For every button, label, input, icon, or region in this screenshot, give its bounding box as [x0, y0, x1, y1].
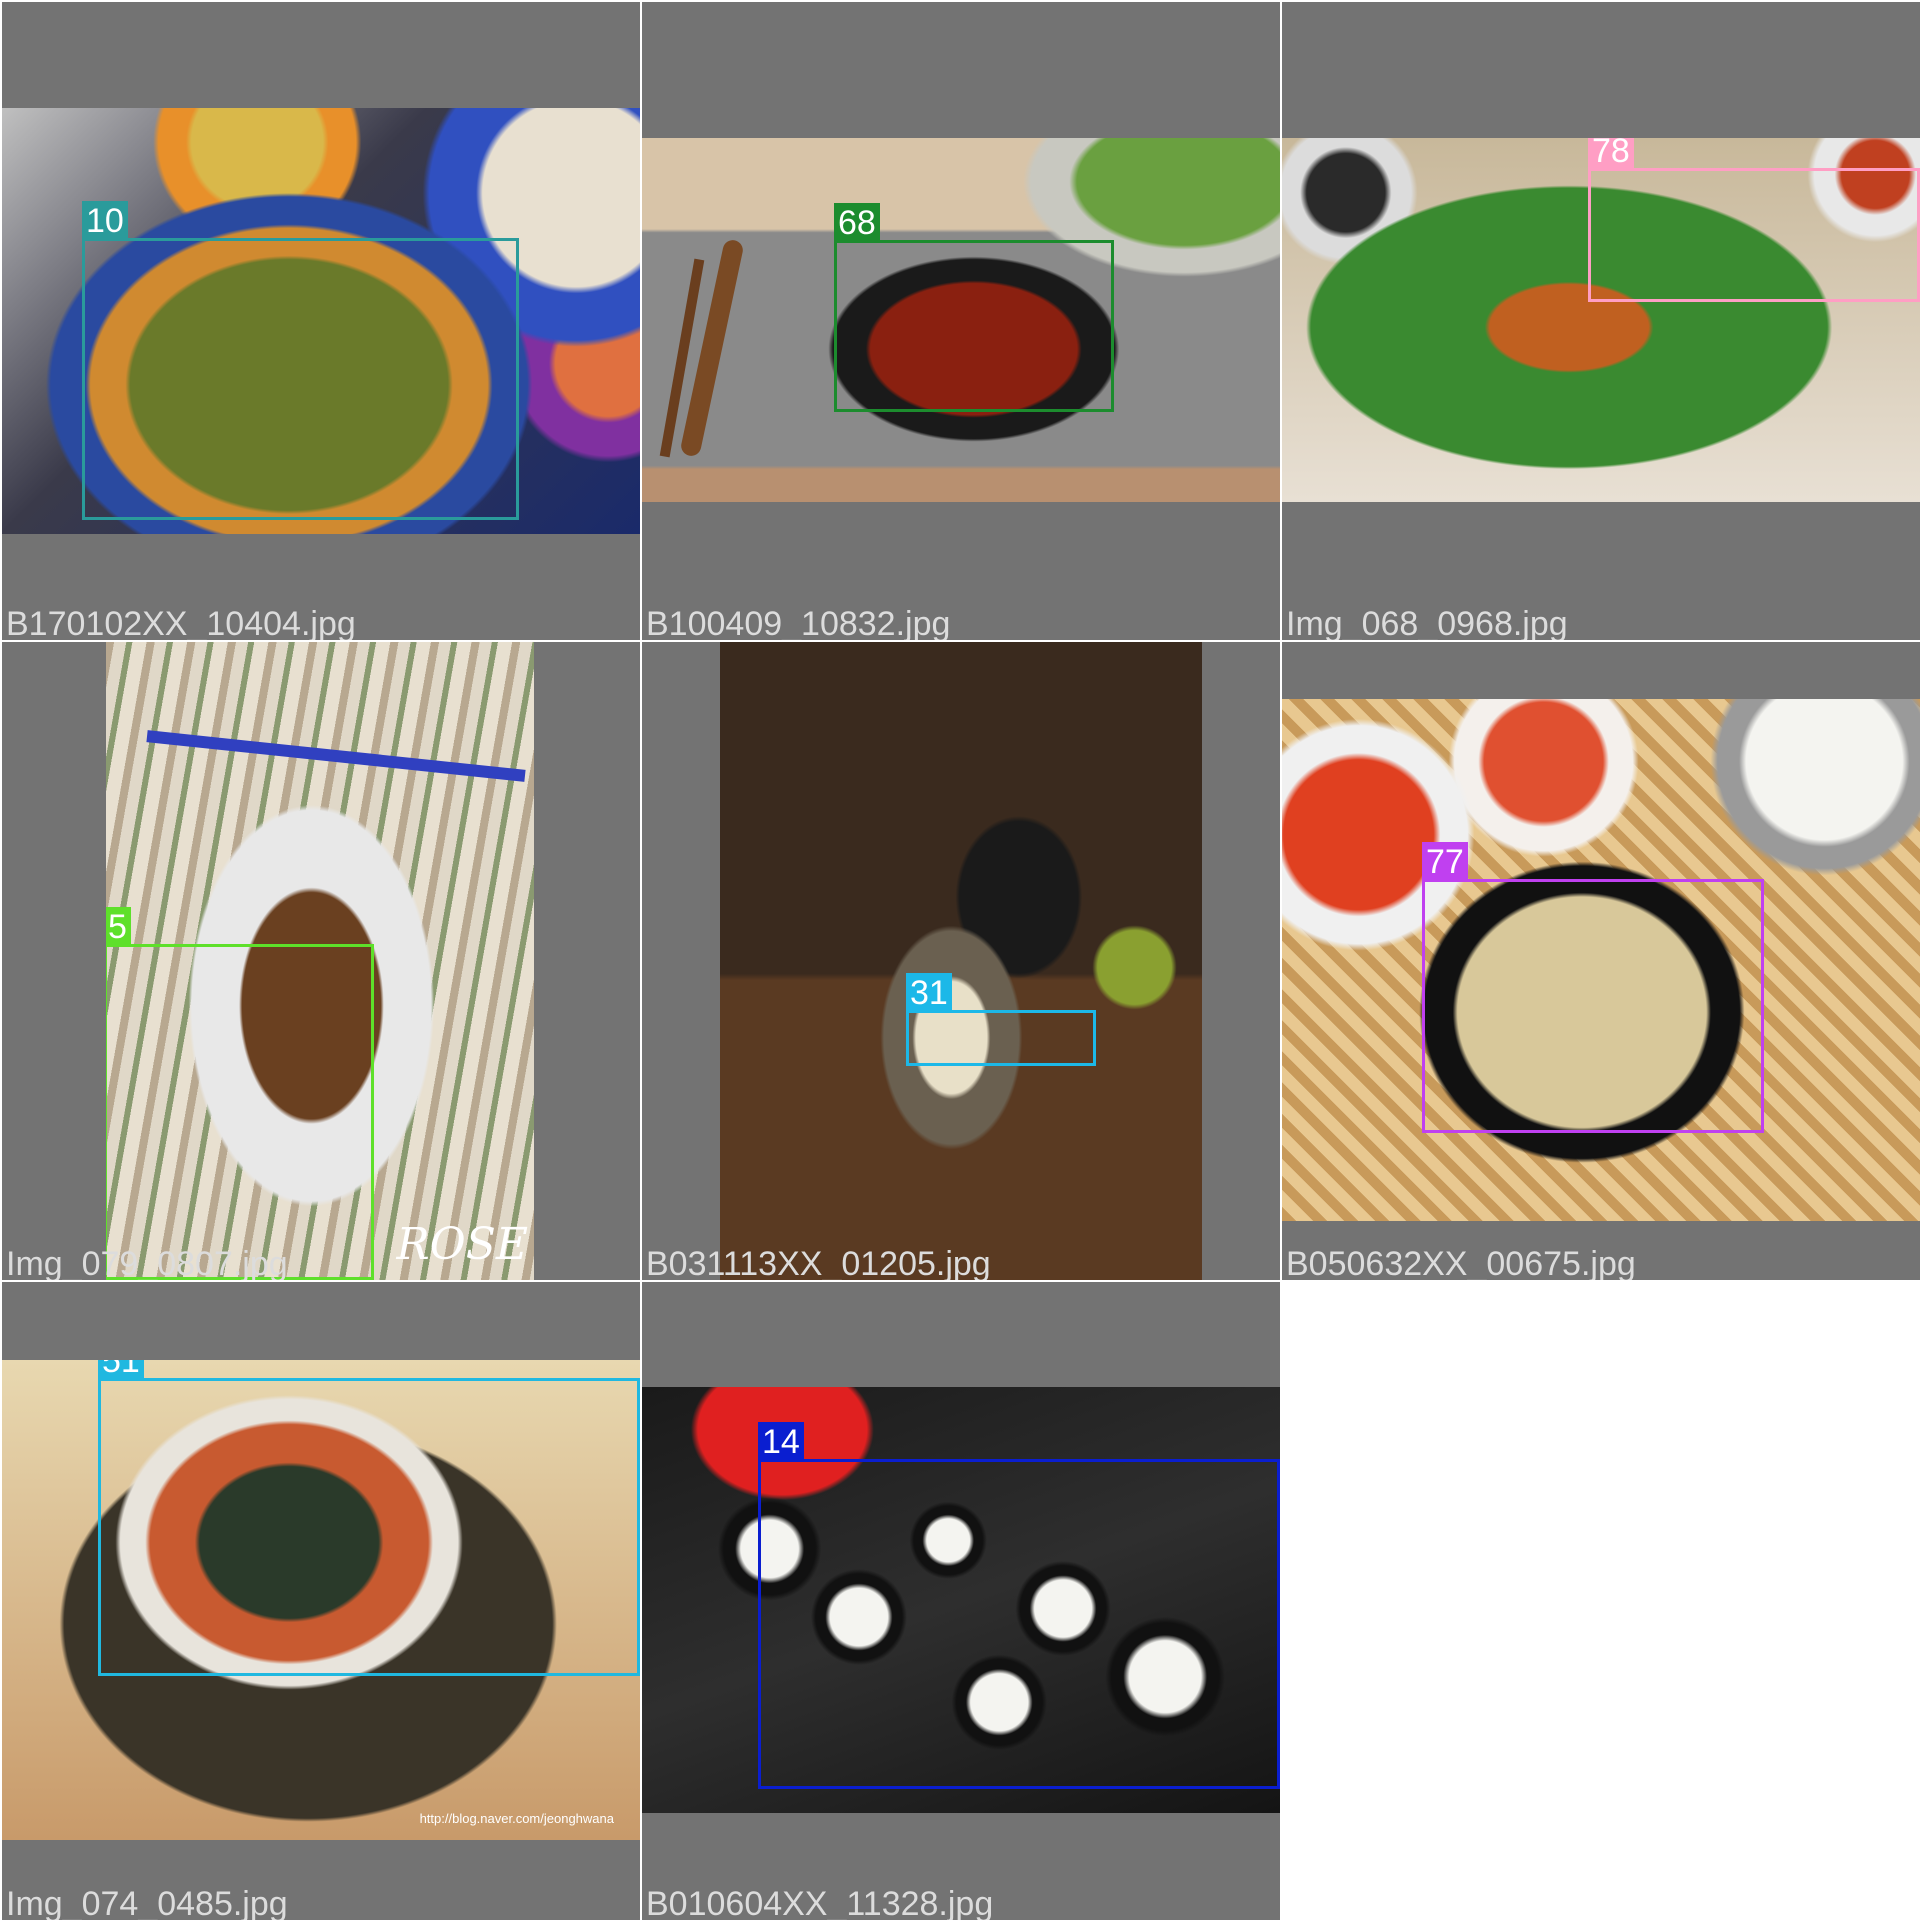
detection-box: 77	[1422, 842, 1764, 1133]
tile-photo: 14	[642, 1387, 1280, 1813]
filename-caption: B100409_10832.jpg	[646, 605, 951, 640]
detection-box: 51	[98, 1360, 640, 1676]
detection-box: 31	[906, 973, 1096, 1066]
filename-caption: B031113XX_01205.jpg	[646, 1245, 991, 1280]
filename-caption: B010604XX_11328.jpg	[646, 1885, 994, 1920]
filename-caption: Img_074_0485.jpg	[6, 1885, 288, 1920]
mosaic-tile-7: 51 http://blog.naver.com/jeonghwana Img_…	[2, 1282, 640, 1920]
tile-photo: 68	[642, 138, 1280, 502]
detection-label: 77	[1422, 842, 1468, 881]
mosaic-tile-1: 10 B170102XX_10404.jpg	[2, 2, 640, 640]
detection-label: 10	[82, 201, 128, 240]
filename-caption: Img_079_0807.jpg	[6, 1245, 288, 1280]
mosaic-tile-8: 14 B010604XX_11328.jpg	[642, 1282, 1280, 1920]
filename-caption: Img_068_0968.jpg	[1286, 605, 1568, 640]
detection-label: 14	[758, 1422, 804, 1461]
detection-box: 10	[82, 201, 519, 520]
mosaic-tile-6: 77 B050632XX_00675.jpg	[1282, 642, 1920, 1280]
tile-photo: 77	[1282, 699, 1920, 1221]
filename-caption: B170102XX_10404.jpg	[6, 605, 356, 640]
detection-box: 5	[106, 907, 374, 1280]
watermark: http://blog.naver.com/jeonghwana	[419, 1811, 614, 1826]
detection-label: 31	[906, 973, 952, 1012]
chopsticks	[146, 730, 526, 782]
watermark: ROSE	[396, 1219, 528, 1270]
mosaic-tile-2: 68 B100409_10832.jpg	[642, 2, 1280, 640]
detection-box: 68	[834, 203, 1114, 412]
detection-box: 14	[758, 1422, 1280, 1789]
tile-photo: 31	[720, 642, 1202, 1280]
detection-label: 5	[106, 907, 131, 946]
detection-label: 68	[834, 203, 880, 242]
tile-photo: 51 http://blog.naver.com/jeonghwana	[2, 1360, 640, 1840]
mosaic-tile-3: 78 Img_068_0968.jpg	[1282, 2, 1920, 640]
mosaic-tile-5: 31 B031113XX_01205.jpg	[642, 642, 1280, 1280]
tile-photo: 78	[1282, 138, 1920, 502]
tile-photo: 10	[2, 108, 640, 534]
filename-caption: B050632XX_00675.jpg	[1286, 1245, 1636, 1280]
tile-photo: 5 ROSE	[106, 642, 534, 1280]
detection-label: 78	[1588, 138, 1634, 170]
detection-label: 51	[98, 1360, 144, 1380]
mosaic-tile-4: 5 ROSE Img_079_0807.jpg	[2, 642, 640, 1280]
detection-box: 78	[1588, 138, 1920, 302]
spoon	[679, 238, 745, 458]
